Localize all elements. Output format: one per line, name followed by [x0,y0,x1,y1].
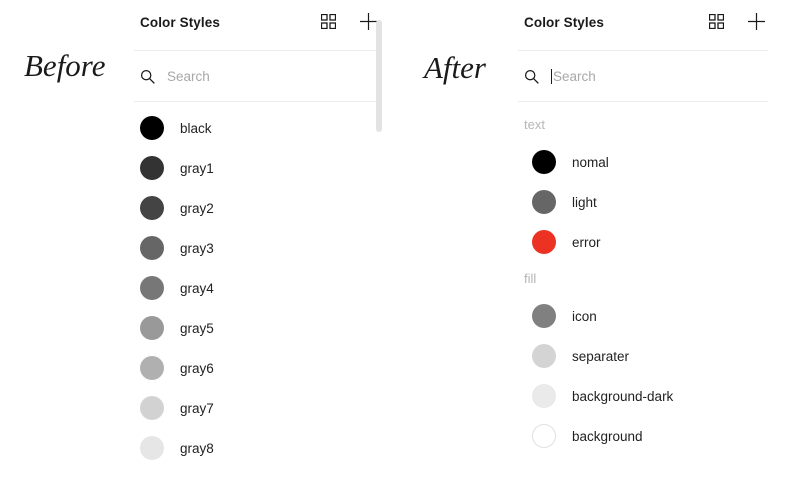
color-swatch [140,356,164,380]
list-item-label: separater [572,348,630,364]
list-item-label: gray3 [180,240,214,256]
group-label: text [524,117,545,132]
list-item-label: light [572,194,597,210]
list-item[interactable]: nomal [510,142,776,182]
list-item[interactable]: background [510,416,776,456]
after-panel-header: Color Styles [510,0,776,50]
list-item[interactable]: gray3 [126,228,388,268]
list-item-label: icon [572,308,597,324]
list-item[interactable]: background-dark [510,376,776,416]
after-panel-title: Color Styles [524,15,604,30]
before-header-actions [316,12,380,36]
list-item[interactable]: separater [510,336,776,376]
color-swatch [140,316,164,340]
text-cursor-caret [551,68,552,84]
list-item[interactable]: gray8 [126,428,388,468]
list-item[interactable]: icon [510,296,776,336]
search-icon [524,69,539,84]
before-search-field[interactable]: Search [126,51,388,101]
list-item-label: background [572,428,643,444]
before-color-styles-panel: Color Styles Search black gray1 gray2 gr… [126,0,388,500]
list-item[interactable]: error [510,222,776,262]
list-item-label: gray6 [180,360,214,376]
list-item[interactable]: gray1 [126,148,388,188]
color-swatch [140,396,164,420]
list-item-label: gray2 [180,200,214,216]
before-annotation-label: Before [24,48,106,83]
color-swatch [140,276,164,300]
list-item[interactable]: gray5 [126,308,388,348]
before-scrollbar-thumb[interactable] [376,20,382,132]
after-add-style-button[interactable] [744,12,768,36]
list-item[interactable]: gray6 [126,348,388,388]
after-header-actions [704,12,768,36]
group-label: fill [524,271,537,286]
color-swatch [140,236,164,260]
after-search-field[interactable]: Search [510,51,776,101]
list-item[interactable]: light [510,182,776,222]
color-swatch [532,384,556,408]
after-search-placeholder: Search [553,68,596,84]
grid-view-icon [320,13,336,34]
list-item[interactable]: gray4 [126,268,388,308]
plus-icon [359,12,378,36]
before-grid-view-button[interactable] [316,12,340,36]
color-swatch [532,424,556,448]
before-scrollbar-track[interactable] [376,20,382,350]
list-item-label: background-dark [572,388,674,404]
color-swatch [532,150,556,174]
color-swatch [532,190,556,214]
plus-icon [747,12,766,36]
before-style-list: black gray1 gray2 gray3 gray4 gray5 gray6 gray7… [126,102,388,468]
list-item-label: gray8 [180,440,214,456]
color-swatch [532,344,556,368]
after-style-list: text nomal light error fill icon separater back… [510,102,776,456]
before-panel-header: Color Styles [126,0,388,50]
after-annotation-label: After [424,50,486,85]
after-grid-view-button[interactable] [704,12,728,36]
color-swatch [532,304,556,328]
after-color-styles-panel: Color Styles Search text nomal light err… [510,0,776,500]
grid-view-icon [708,13,724,34]
before-search-placeholder: Search [167,68,210,84]
list-item-label: error [572,234,601,250]
list-item-label: nomal [572,154,609,170]
color-swatch [140,156,164,180]
color-swatch [140,116,164,140]
color-swatch [140,436,164,460]
list-item-label: gray4 [180,280,214,296]
list-item-label: gray1 [180,160,214,176]
list-item[interactable]: gray2 [126,188,388,228]
list-item[interactable]: black [126,108,388,148]
color-swatch [532,230,556,254]
search-icon [140,69,155,84]
list-item-label: gray7 [180,400,214,416]
before-panel-title: Color Styles [140,15,220,30]
list-item-label: gray5 [180,320,214,336]
list-item[interactable]: gray7 [126,388,388,428]
list-item-label: black [180,120,212,136]
color-swatch [140,196,164,220]
